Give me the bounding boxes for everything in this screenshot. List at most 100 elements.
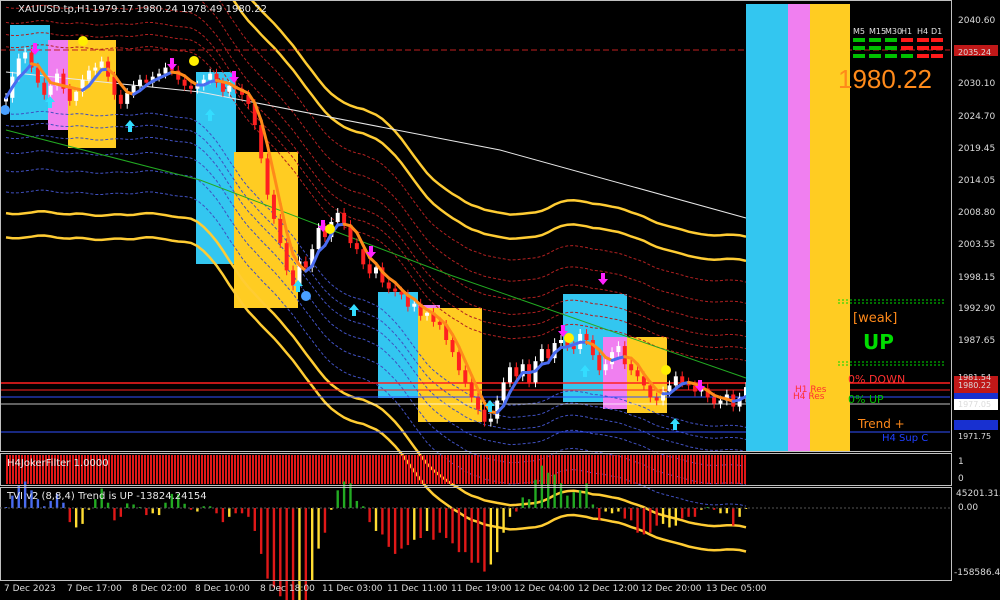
yellow-dot xyxy=(661,365,671,375)
joker-bar xyxy=(399,455,401,484)
joker-bar xyxy=(519,455,521,484)
joker-bar xyxy=(576,455,578,484)
tvi-bar xyxy=(534,479,537,508)
joker-bar xyxy=(330,455,332,484)
joker-bar xyxy=(456,455,458,484)
joker-bar xyxy=(492,455,494,484)
tvi-bar xyxy=(483,508,486,572)
candle-down xyxy=(284,243,289,271)
joker-bar xyxy=(408,455,410,484)
joker-bar xyxy=(327,455,329,484)
tvi-bar xyxy=(610,508,614,514)
tvi-bar xyxy=(547,472,550,508)
band-line xyxy=(231,0,747,263)
indicator2-tick-top: 45201.315 xyxy=(956,489,1000,499)
joker-bar xyxy=(360,455,362,484)
ma-long-white xyxy=(5,71,747,219)
candle-down xyxy=(367,264,372,274)
price-tick-label: 2040.60 xyxy=(958,15,996,26)
joker-bar xyxy=(561,455,563,484)
joker-bar xyxy=(600,455,602,484)
candle-up xyxy=(137,79,142,86)
joker-bar xyxy=(237,455,239,484)
down-label: 0% DOWN xyxy=(848,373,906,386)
tvi-bar xyxy=(623,508,626,519)
candle-down xyxy=(393,288,398,292)
candle-down xyxy=(463,370,468,383)
tvi-bar xyxy=(266,508,269,579)
joker-bar xyxy=(345,455,347,484)
joker-bar xyxy=(726,455,728,484)
tf-status-bar xyxy=(869,54,881,58)
tvi-bar xyxy=(253,508,256,531)
candle-up xyxy=(718,400,723,404)
tf-label: H4 xyxy=(917,27,929,36)
tvi-bar xyxy=(527,499,531,508)
joker-bar xyxy=(165,455,167,484)
candle-down xyxy=(584,333,589,340)
tf-label: M30 xyxy=(885,27,903,36)
candle-up xyxy=(208,73,213,80)
joker-bar xyxy=(573,455,575,484)
joker-bar xyxy=(318,455,320,484)
joker-bar xyxy=(513,455,515,484)
date-tick-label: 8 Dec 02:00 xyxy=(132,584,187,594)
tvi-bar xyxy=(604,508,607,512)
joker-bar xyxy=(486,455,488,484)
joker-bar xyxy=(570,455,572,484)
joker-bar xyxy=(414,455,416,484)
candle-down xyxy=(654,397,659,401)
joker-bar xyxy=(498,455,500,484)
joker-bar xyxy=(453,455,455,484)
up-label: 0% UP xyxy=(848,393,884,406)
joker-bar xyxy=(372,455,374,484)
chart-window[interactable]: XAUUSD.tp,H1 1979.17 1980.24 1978.49 198… xyxy=(0,0,1000,600)
candle-up xyxy=(227,85,232,92)
joker-bar xyxy=(504,455,506,484)
tf-status-bar xyxy=(931,54,943,58)
tvi-bar xyxy=(668,508,671,528)
joker-bar xyxy=(477,455,479,484)
tvi-bar xyxy=(196,508,199,512)
joker-bar xyxy=(231,455,233,484)
joker-bar xyxy=(306,455,308,484)
tvi-bar xyxy=(240,508,244,514)
date-tick-label: 13 Dec 05:00 xyxy=(706,584,767,594)
joker-bar xyxy=(324,455,326,484)
joker-bar xyxy=(582,455,584,484)
joker-bar xyxy=(429,455,431,484)
candle-up xyxy=(673,376,678,386)
tf-status-bar xyxy=(917,54,929,58)
joker-bar xyxy=(363,455,365,484)
tvi-bar xyxy=(591,504,595,508)
candle-down xyxy=(386,282,391,289)
date-tick-label: 12 Dec 04:00 xyxy=(514,584,575,594)
joker-bar xyxy=(129,455,131,484)
trend-label: Trend + xyxy=(858,417,905,431)
joker-bar xyxy=(534,455,536,484)
candle-up xyxy=(316,228,321,250)
joker-bar xyxy=(270,455,272,484)
joker-bar xyxy=(636,455,638,484)
price-tick-label: 1987.65 xyxy=(958,336,996,347)
joker-bar xyxy=(126,455,128,484)
joker-bar xyxy=(138,455,140,484)
joker-bar xyxy=(390,455,392,484)
tvi-bar xyxy=(553,474,556,508)
tvi-bar xyxy=(585,483,588,508)
joker-bar xyxy=(195,455,197,484)
joker-bar xyxy=(246,455,248,484)
tf-label: M5 xyxy=(853,27,865,36)
joker-bar xyxy=(300,455,302,484)
joker-bar xyxy=(243,455,245,484)
tvi-bar xyxy=(355,500,359,508)
candle-up xyxy=(559,340,563,344)
joker-bar xyxy=(285,455,287,484)
trend-ma-segment xyxy=(119,82,129,94)
tvi-bar xyxy=(444,508,448,539)
joker-bar xyxy=(630,455,632,484)
joker-bar xyxy=(150,455,152,484)
joker-bar xyxy=(288,455,290,484)
joker-bar xyxy=(729,455,731,484)
tvi-bar xyxy=(368,508,371,523)
